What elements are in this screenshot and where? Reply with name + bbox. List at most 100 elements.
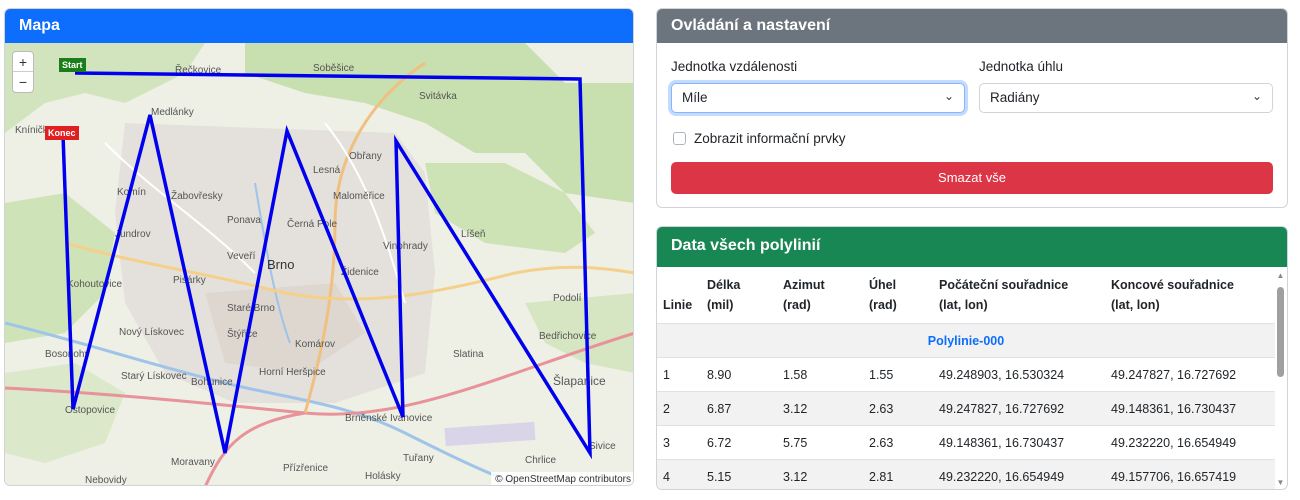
map-label: Holásky [365,471,401,482]
map-label: Slatina [453,349,484,360]
cell-start: 49.247827, 16.727692 [933,391,1105,426]
end-marker[interactable]: Konec [45,126,79,140]
angle-unit-value: Radiány [990,90,1040,105]
cell-length: 6.87 [701,391,777,426]
zoom-in-button[interactable]: + [13,52,33,72]
scrollbar-thumb[interactable] [1277,287,1284,377]
cell-start: 49.232220, 16.654949 [933,459,1105,489]
map-label: Bosonohy [45,349,89,360]
distance-unit-value: Míle [682,90,708,105]
cell-end: 49.232220, 16.654949 [1105,425,1275,460]
map-label: Moravany [171,457,215,468]
controls-title: Ovládání a nastavení [657,9,1287,43]
group-name[interactable]: Polylinie-000 [657,323,1275,358]
chevron-down-icon: ⌄ [1251,89,1262,103]
table-row[interactable]: 4 5.15 3.12 2.81 49.232220, 16.654949 49… [657,459,1275,489]
start-marker[interactable]: Start [59,58,86,72]
cell-angle: 1.55 [863,357,933,392]
cell-azimuth: 3.12 [777,459,863,489]
chevron-down-icon: ⌄ [943,89,954,103]
map-label: Svitávka [419,91,457,102]
distance-unit-select[interactable]: Míle ⌄ [671,83,965,113]
map-label: Medlánky [151,107,194,118]
table-scrollbar[interactable]: ▲ ▼ [1276,269,1285,489]
zoom-control: + − [12,51,34,93]
cell-end: 49.157706, 16.657419 [1105,459,1275,489]
map-label: Podolí [553,293,582,304]
table-row[interactable]: 1 8.90 1.58 1.55 49.248903, 16.530324 49… [657,357,1275,392]
map-label: Veveří [227,251,256,262]
cell-line: 2 [657,391,701,426]
cell-start: 49.248903, 16.530324 [933,357,1105,392]
scroll-up-icon[interactable]: ▲ [1276,271,1285,280]
map-label: Soběšice [313,63,355,74]
show-info-label: Zobrazit informační prvky [694,131,846,146]
map-label: Starý Lískovec [121,371,187,382]
angle-unit-select[interactable]: Radiány ⌄ [979,83,1273,113]
map-label: Komárov [295,339,335,350]
map-label: Nový Lískovec [119,327,184,338]
col-start: Počáteční souřadnice (lat, lon) [939,278,1069,312]
map-label: Maloměřice [333,191,385,202]
cell-azimuth: 1.58 [777,357,863,392]
col-angle: Úhel (rad) [869,278,897,312]
map-title: Mapa [5,9,633,43]
cell-line: 1 [657,357,701,392]
cell-line: 4 [657,459,701,489]
cell-azimuth: 5.75 [777,425,863,460]
map-label: Lesná [313,165,341,176]
cell-angle: 2.81 [863,459,933,489]
clear-all-button[interactable]: Smazat vše [671,162,1273,194]
map-label: Líšeň [461,229,485,240]
map-label: Tuřany [403,453,434,464]
map-attribution: © OpenStreetMap contributors [491,472,633,485]
map-label: Černá Pole [287,217,337,230]
show-info-checkbox-row[interactable]: Zobrazit informační prvky [673,131,846,146]
col-azimuth: Azimut (rad) [783,278,825,312]
cell-angle: 2.63 [863,391,933,426]
map-label: Přízřenice [283,463,328,474]
table-group-row[interactable]: Polylinie-000 [657,323,1275,358]
col-line: Linie [663,298,693,312]
map-label: Obřany [349,151,382,162]
map-label: Bohunice [191,377,233,388]
cell-start: 49.148361, 16.730437 [933,425,1105,460]
polyline-table: Linie Délka (mil) Azimut (rad) Úhel (rad) P… [657,267,1275,489]
cell-azimuth: 3.12 [777,391,863,426]
map-svg[interactable]: Řečkovice Soběšice Medlánky Obřany Komín… [5,43,634,486]
scroll-down-icon[interactable]: ▼ [1276,478,1285,487]
show-info-checkbox[interactable] [673,132,686,145]
map-label: Šlapanice [553,373,606,388]
map-label: Štýřice [227,327,258,340]
map-label: Horní Heršpice [259,367,326,378]
data-title: Data všech polylinií [657,227,1287,267]
table-header-row: Linie Délka (mil) Azimut (rad) Úhel (rad) P… [657,267,1275,324]
cell-end: 49.247827, 16.727692 [1105,357,1275,392]
table-row[interactable]: 2 6.87 3.12 2.63 49.247827, 16.727692 49… [657,391,1275,426]
map-label: Pisárky [173,275,206,286]
cell-length: 5.15 [701,459,777,489]
map-label: Sivice [589,441,616,452]
table-row[interactable]: 3 6.72 5.75 2.63 49.148361, 16.730437 49… [657,425,1275,460]
col-length: Délka (mil) [707,278,741,312]
cell-angle: 2.63 [863,425,933,460]
col-end: Koncové souřadnice (lat, lon) [1111,278,1234,312]
zoom-out-button[interactable]: − [13,72,33,92]
map-canvas[interactable]: Řečkovice Soběšice Medlánky Obřany Komín… [5,43,634,486]
cell-line: 3 [657,425,701,460]
angle-unit-label: Jednotka úhlu [979,59,1064,74]
map-label: Brněnské Ivanovice [345,413,433,424]
controls-card: Ovládání a nastavení Jednotka vzdálenost… [656,8,1288,208]
map-label: Žabovřesky [171,189,223,202]
cell-length: 6.72 [701,425,777,460]
cell-end: 49.148361, 16.730437 [1105,391,1275,426]
map-label: Vinohrady [383,241,428,252]
map-label: Ponava [227,215,261,226]
cell-length: 8.90 [701,357,777,392]
map-card: Mapa Řečkovice Soběšice Medlánky Obřany … [4,8,634,486]
map-label: Kohoutovice [67,279,122,290]
map-label: Chrlice [525,455,557,466]
data-card: Data všech polylinií Linie Délka (mil) Az… [656,226,1288,490]
distance-unit-label: Jednotka vzdálenosti [671,59,798,74]
map-label: Nebovidy [85,475,127,486]
